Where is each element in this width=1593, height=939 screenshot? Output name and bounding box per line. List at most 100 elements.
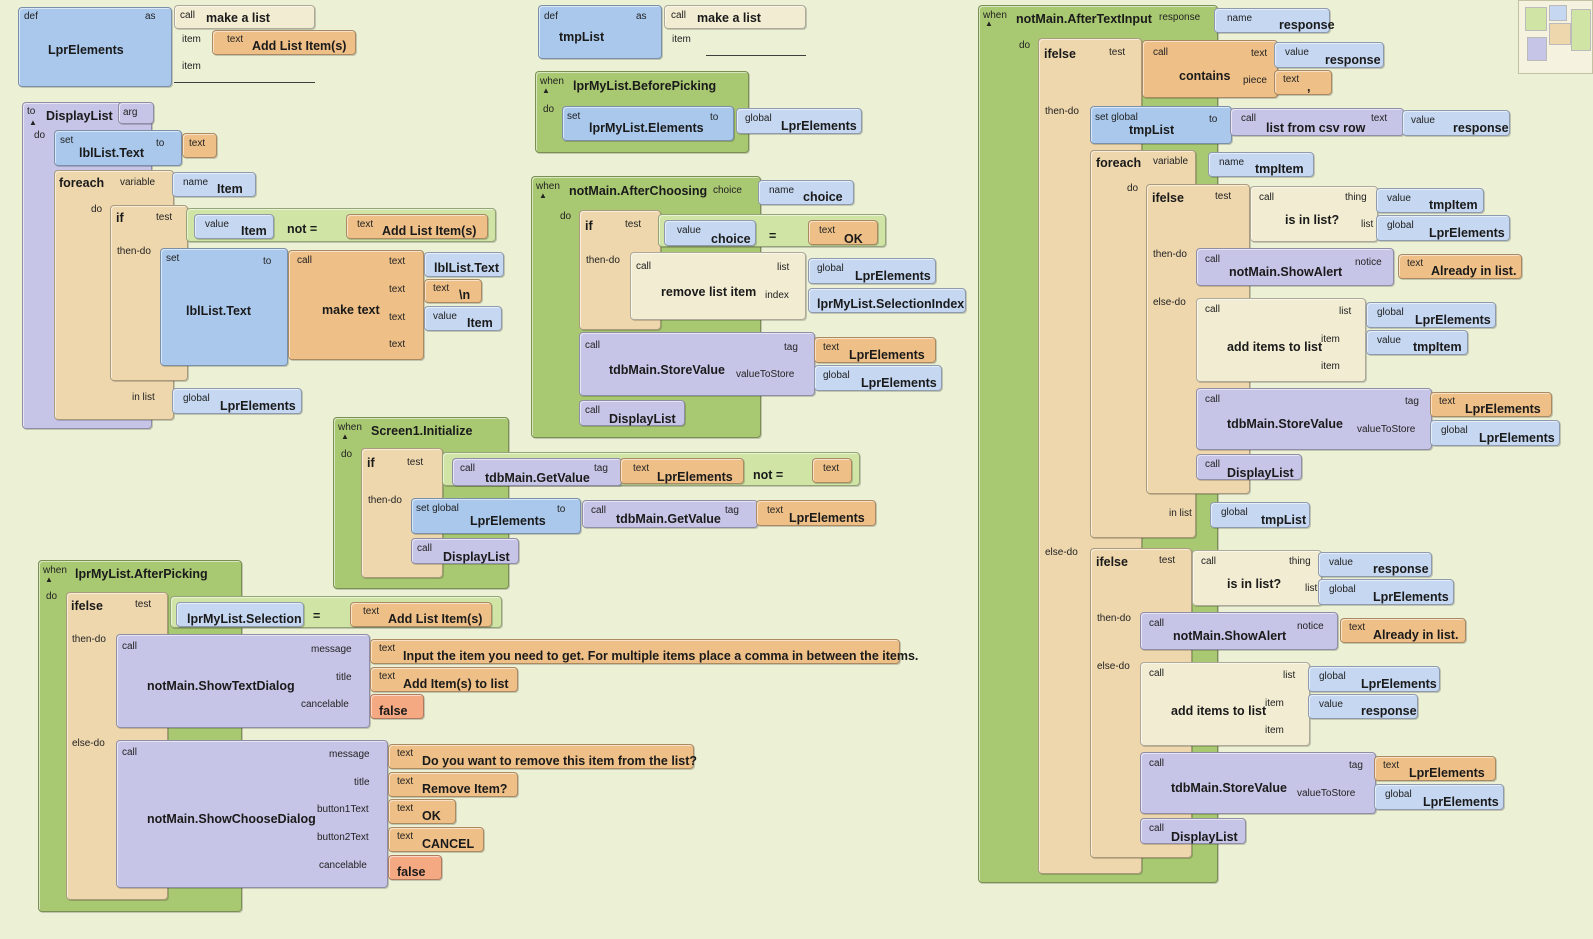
isin2-list-global[interactable]: global LprElements [1318, 579, 1454, 605]
mt-newline-block[interactable]: text \n [424, 279, 482, 303]
getvalue-block[interactable]: call tdbMain.GetValue tag [452, 458, 622, 486]
getvalue-block-2[interactable]: call tdbMain.GetValue tag [582, 500, 758, 528]
value-item-block[interactable]: value Item [194, 214, 274, 239]
arg-socket[interactable]: arg [118, 102, 154, 124]
store-value-2[interactable]: call tdbMain.StoreValue tag valueToStore [1140, 752, 1376, 814]
else-do-label: else-do [1097, 661, 1130, 672]
isin2-thing[interactable]: value response [1318, 552, 1432, 577]
empty-text-block[interactable]: text [182, 133, 217, 158]
add-items-to-list-2[interactable]: call add items to list list item item [1140, 662, 1310, 746]
set-global-block[interactable]: set global LprElements to [411, 498, 581, 534]
store-value-block[interactable]: call tdbMain.StoreValue tag valueToStore [579, 332, 815, 396]
in-list-global-block[interactable]: global LprElements [172, 388, 302, 414]
set-elements-block[interactable]: set lprMyList.Elements to [562, 106, 734, 141]
mt-item-block[interactable]: value Item [424, 306, 502, 331]
mt-lbllist-block[interactable]: lblList.Text [424, 252, 504, 277]
set-global-tmplist[interactable]: set global tmpList to [1090, 106, 1232, 144]
store-vts[interactable]: global LprElements [1430, 420, 1560, 446]
collapse-icon[interactable]: ▲ [539, 191, 547, 200]
set-inner-block[interactable]: set to lblList.Text [160, 248, 288, 366]
param-choice[interactable]: name choice [758, 180, 854, 205]
call-displaylist-2[interactable]: call DisplayList [1140, 818, 1246, 844]
isin-thing[interactable]: value tmpItem [1376, 188, 1484, 213]
def-tmplist-block[interactable]: def as tmpList [538, 5, 662, 59]
alert-text[interactable]: text Already in list. [1398, 254, 1522, 279]
tag-label: tag [784, 342, 798, 353]
store2-tag[interactable]: text LprElements [1374, 756, 1496, 781]
global-lprelements[interactable]: global LprElements [808, 258, 936, 284]
tag-text-2[interactable]: text LprElements [756, 500, 876, 526]
text-compare-block[interactable]: text Add List Item(s) [346, 214, 488, 239]
var-name-item[interactable]: name Item [172, 172, 256, 197]
contains-response[interactable]: value response [1274, 42, 1384, 68]
empty-text-block[interactable]: text [812, 458, 852, 483]
global-name: tmpList [1261, 513, 1307, 527]
call-displaylist[interactable]: call DisplayList [1196, 454, 1302, 480]
cancel2-false[interactable]: false [388, 855, 442, 880]
set-lbllist-block[interactable]: set lblList.Text to [54, 130, 182, 166]
collapse-icon[interactable]: ▲ [985, 19, 993, 28]
call-name: notMain.ShowAlert [1173, 629, 1287, 643]
collapse-icon[interactable]: ▲ [542, 86, 550, 95]
alert2-text[interactable]: text Already in list. [1340, 618, 1466, 643]
add-items-to-list[interactable]: call add items to list list item item [1196, 298, 1366, 382]
text-add-list-item[interactable]: text Add List Item(s) [350, 602, 492, 627]
call-displaylist[interactable]: call DisplayList [579, 400, 685, 426]
contains-piece[interactable]: text , [1274, 70, 1332, 95]
store-value[interactable]: call tdbMain.StoreValue tag valueToStore [1196, 388, 1432, 450]
text-label: text [1439, 396, 1456, 407]
selection-value[interactable]: lprMyList.Selection [176, 602, 304, 627]
vts-global[interactable]: global LprElements [814, 365, 942, 391]
text-label: text [819, 225, 836, 236]
show-choose-dialog[interactable]: call notMain.ShowChooseDialog message ti… [116, 740, 388, 888]
is-in-list-2[interactable]: call is in list? thing list [1192, 550, 1322, 606]
add2-list-global[interactable]: global LprElements [1308, 666, 1440, 692]
is-in-list[interactable]: call is in list? thing list [1250, 186, 1378, 242]
tag-value: LprElements [1465, 402, 1541, 416]
call-label: call [671, 10, 687, 21]
make-text-block[interactable]: call make text text text text text [288, 250, 424, 360]
collapse-icon[interactable]: ▲ [341, 432, 349, 441]
text-label: text [357, 219, 374, 230]
def-lprelements-block[interactable]: def as LprElements [18, 7, 172, 87]
global-lprelements[interactable]: global LprElements [736, 108, 862, 134]
store2-vts[interactable]: global LprElements [1374, 784, 1504, 810]
selection-index[interactable]: lprMyList.SelectionIndex [808, 288, 966, 313]
do-label: do [543, 104, 555, 115]
isin-list-global[interactable]: global LprElements [1376, 215, 1510, 241]
cancel1-false[interactable]: false [370, 694, 424, 719]
add2-item-value[interactable]: value response [1308, 694, 1418, 719]
btn2-text[interactable]: text CANCEL [388, 827, 484, 852]
list-from-csv-row[interactable]: call list from csv row text [1230, 108, 1404, 136]
text-add-list-item-block[interactable]: text Add List Item(s) [212, 30, 356, 55]
add-list-global[interactable]: global LprElements [1366, 302, 1496, 328]
make-a-list-block[interactable]: call make a list [664, 5, 806, 29]
btn1-text[interactable]: text OK [388, 799, 456, 824]
call-displaylist[interactable]: call DisplayList [411, 538, 519, 564]
collapse-icon[interactable]: ▲ [29, 118, 37, 127]
value-choice[interactable]: value choice [664, 220, 756, 246]
msg2-text[interactable]: text Do you want to remove this item fro… [388, 744, 697, 769]
tag-text[interactable]: text LprElements [620, 458, 744, 484]
contains-block[interactable]: call contains text piece [1142, 40, 1278, 98]
msg1-text[interactable]: text Input the item you need to get. For… [370, 639, 918, 664]
collapse-icon[interactable]: ▲ [45, 575, 53, 584]
show-alert-2[interactable]: call notMain.ShowAlert notice [1140, 612, 1338, 650]
title2-text[interactable]: text Remove Item? [388, 772, 518, 797]
make-a-list-block[interactable]: call make a list [174, 5, 315, 29]
show-text-dialog[interactable]: call notMain.ShowTextDialog message titl… [116, 634, 370, 728]
tag-text[interactable]: text LprElements [814, 337, 936, 363]
remove-list-item-block[interactable]: call remove list item list index [630, 252, 806, 320]
text-ok[interactable]: text OK [808, 220, 878, 245]
store-tag[interactable]: text LprElements [1430, 392, 1552, 417]
foreach-label: foreach [59, 176, 105, 190]
param-response[interactable]: name response [1214, 8, 1335, 33]
csv-response[interactable]: value response [1402, 110, 1510, 136]
show-alert[interactable]: call notMain.ShowAlert notice [1196, 248, 1394, 286]
workspace-minimap[interactable] [1518, 0, 1593, 74]
var-tmpitem[interactable]: name tmpItem [1208, 152, 1314, 177]
call-name: make a list [206, 11, 270, 25]
add-item-value[interactable]: value tmpItem [1366, 330, 1468, 355]
title1-text[interactable]: text Add Item(s) to list [370, 667, 518, 692]
in-list-tmplist[interactable]: global tmpList [1210, 502, 1310, 528]
